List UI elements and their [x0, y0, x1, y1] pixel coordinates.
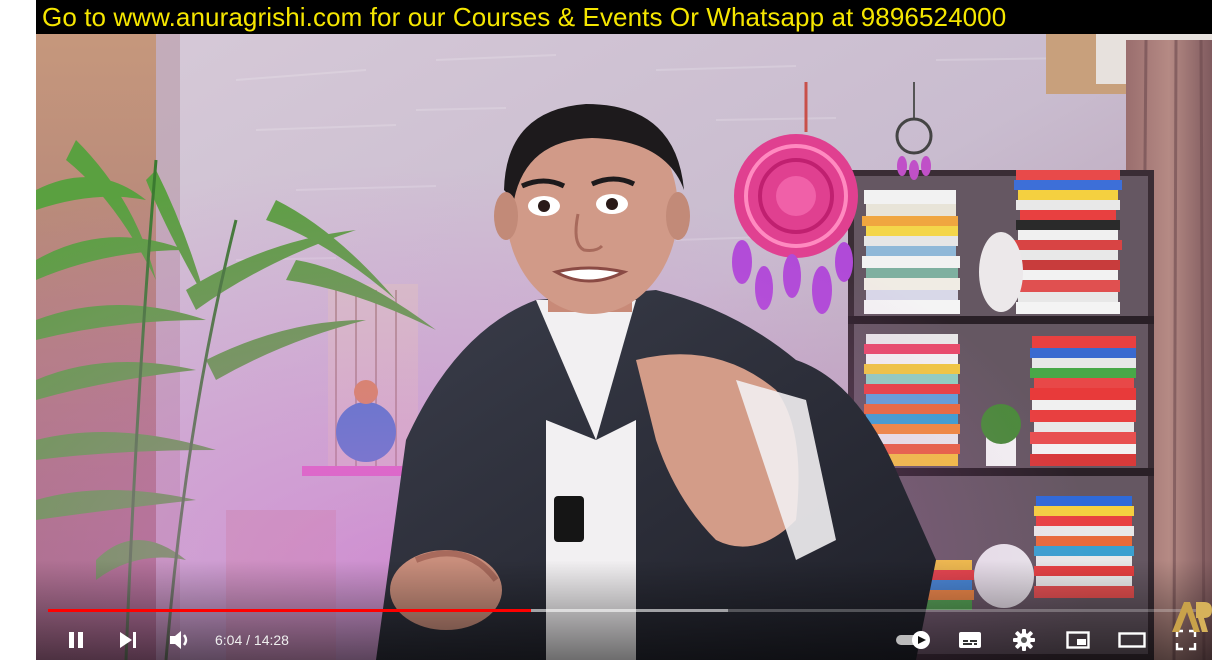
promo-banner-text: Go to www.anuragrishi.com for our Course… [42, 2, 1007, 32]
progress-bar[interactable] [48, 609, 1200, 612]
pause-icon [66, 630, 86, 650]
time-current: 6:04 [215, 632, 243, 648]
autoplay-toggle[interactable] [892, 624, 936, 656]
theater-mode-icon [1118, 630, 1146, 650]
pause-button[interactable] [58, 624, 94, 656]
miniplayer-icon [1066, 630, 1090, 650]
volume-button[interactable] [162, 624, 198, 656]
subtitles-button[interactable] [950, 624, 990, 656]
video-player[interactable]: Go to www.anuragrishi.com for our Course… [36, 0, 1212, 660]
miniplayer-button[interactable] [1058, 624, 1098, 656]
autoplay-toggle-icon [895, 630, 933, 650]
promo-banner: Go to www.anuragrishi.com for our Course… [36, 0, 1212, 34]
settings-button[interactable] [1004, 624, 1044, 656]
time-separator: / [242, 632, 254, 648]
next-icon [117, 630, 139, 650]
theater-mode-button[interactable] [1112, 624, 1152, 656]
time-duration: 14:28 [253, 632, 289, 648]
time-display: 6:04 / 14:28 [215, 630, 289, 650]
volume-icon [168, 629, 192, 651]
next-button[interactable] [110, 624, 146, 656]
subtitles-icon [958, 630, 982, 650]
progress-played [48, 609, 531, 612]
channel-watermark-logo[interactable] [1168, 598, 1212, 634]
gear-icon [1013, 629, 1035, 651]
